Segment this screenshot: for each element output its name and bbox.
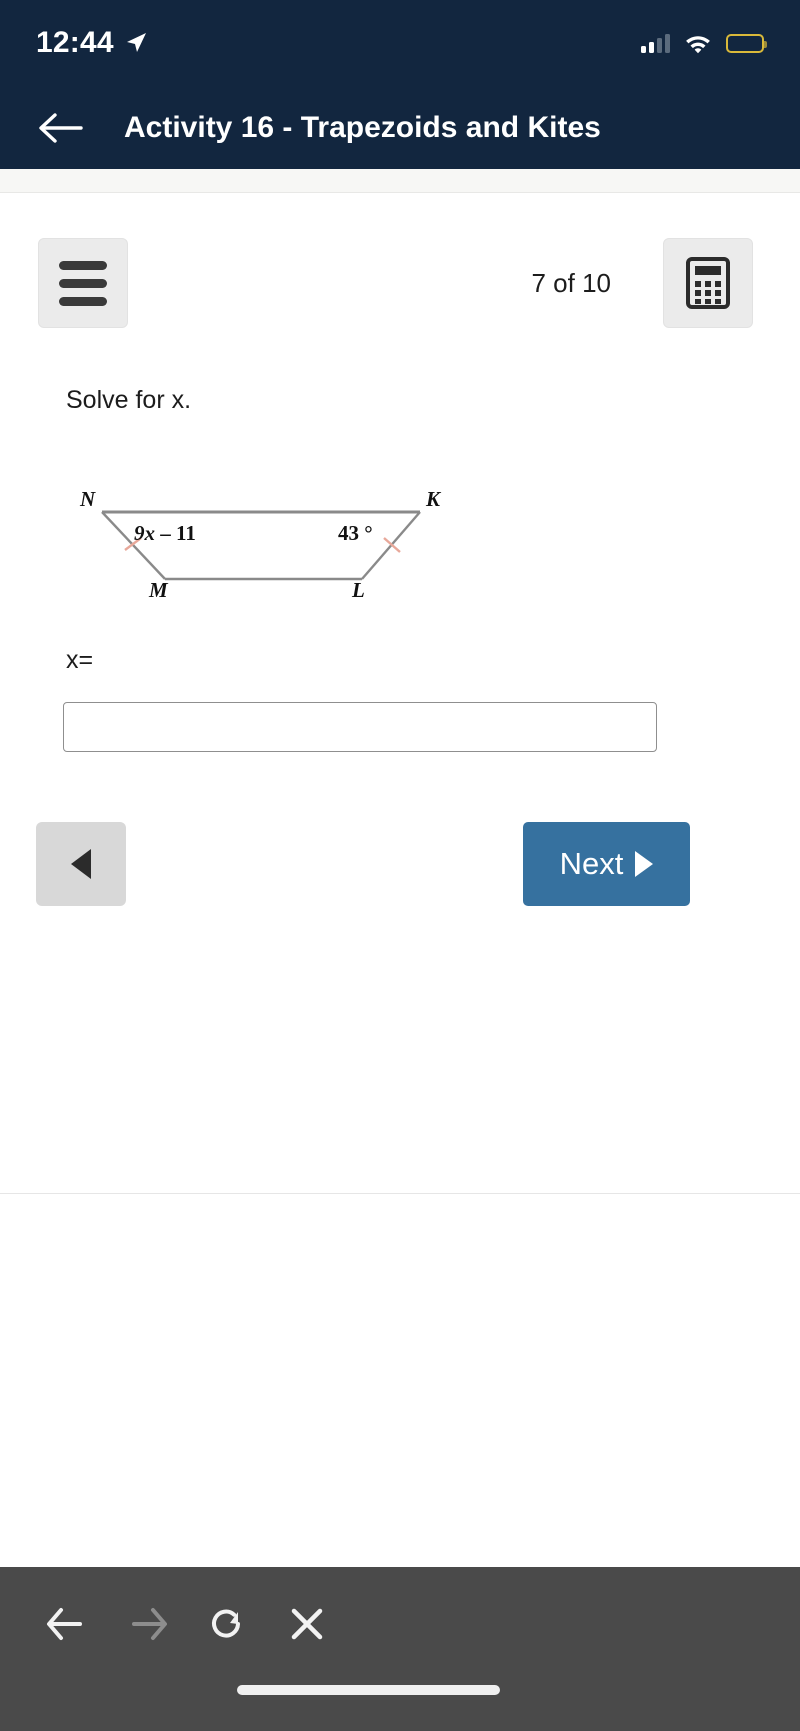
battery-icon	[726, 33, 767, 53]
page-title: Activity 16 - Trapezoids and Kites	[124, 110, 601, 144]
svg-text:9x – 11: 9x – 11	[134, 521, 196, 545]
svg-text:M: M	[148, 578, 169, 599]
question-counter: 7 of 10	[531, 267, 611, 298]
location-arrow-icon	[124, 31, 148, 55]
wifi-icon	[684, 33, 712, 54]
answer-label: x=	[66, 646, 94, 674]
app-header: Activity 16 - Trapezoids and Kites	[0, 86, 800, 169]
question-prompt: Solve for x.	[66, 386, 192, 414]
cellular-bars-icon	[641, 33, 670, 53]
arrow-left-icon[interactable]	[44, 1601, 90, 1647]
app-root: 12:44 Activity 16 - Trapezoids and Kites…	[0, 0, 800, 1731]
status-bar-clock: 12:44	[36, 26, 114, 59]
browser-icon-group	[44, 1601, 330, 1647]
next-button-label: Next	[559, 846, 624, 881]
previous-question-button[interactable]	[36, 822, 126, 906]
lesson-content: 7 of 10 Solve for x. N K M L 9x – 11 43 …	[0, 194, 800, 1194]
ios-status-bar: 12:44	[0, 0, 800, 86]
status-bar-right	[641, 33, 767, 54]
trapezoid-figure: N K M L 9x – 11 43 °	[62, 484, 462, 599]
svg-text:N: N	[79, 487, 96, 511]
calculator-button[interactable]	[663, 238, 753, 328]
triangle-right-icon	[635, 851, 654, 877]
svg-text:43 °: 43 °	[338, 521, 373, 545]
home-indicator[interactable]	[237, 1685, 500, 1695]
reload-icon[interactable]	[204, 1601, 250, 1647]
answer-input[interactable]	[63, 702, 657, 752]
close-x-icon[interactable]	[284, 1601, 330, 1647]
svg-text:K: K	[425, 487, 442, 511]
header-divider-strip	[0, 169, 800, 193]
activity-toolbar: 7 of 10	[0, 238, 800, 328]
arrow-right-icon[interactable]	[124, 1601, 170, 1647]
svg-text:L: L	[351, 578, 365, 599]
calculator-icon	[686, 257, 730, 309]
status-bar-left: 12:44	[36, 26, 148, 60]
triangle-left-icon	[71, 849, 91, 879]
browser-toolbar	[0, 1567, 800, 1731]
back-arrow-icon[interactable]	[38, 112, 84, 144]
next-question-button[interactable]: Next	[523, 822, 690, 906]
